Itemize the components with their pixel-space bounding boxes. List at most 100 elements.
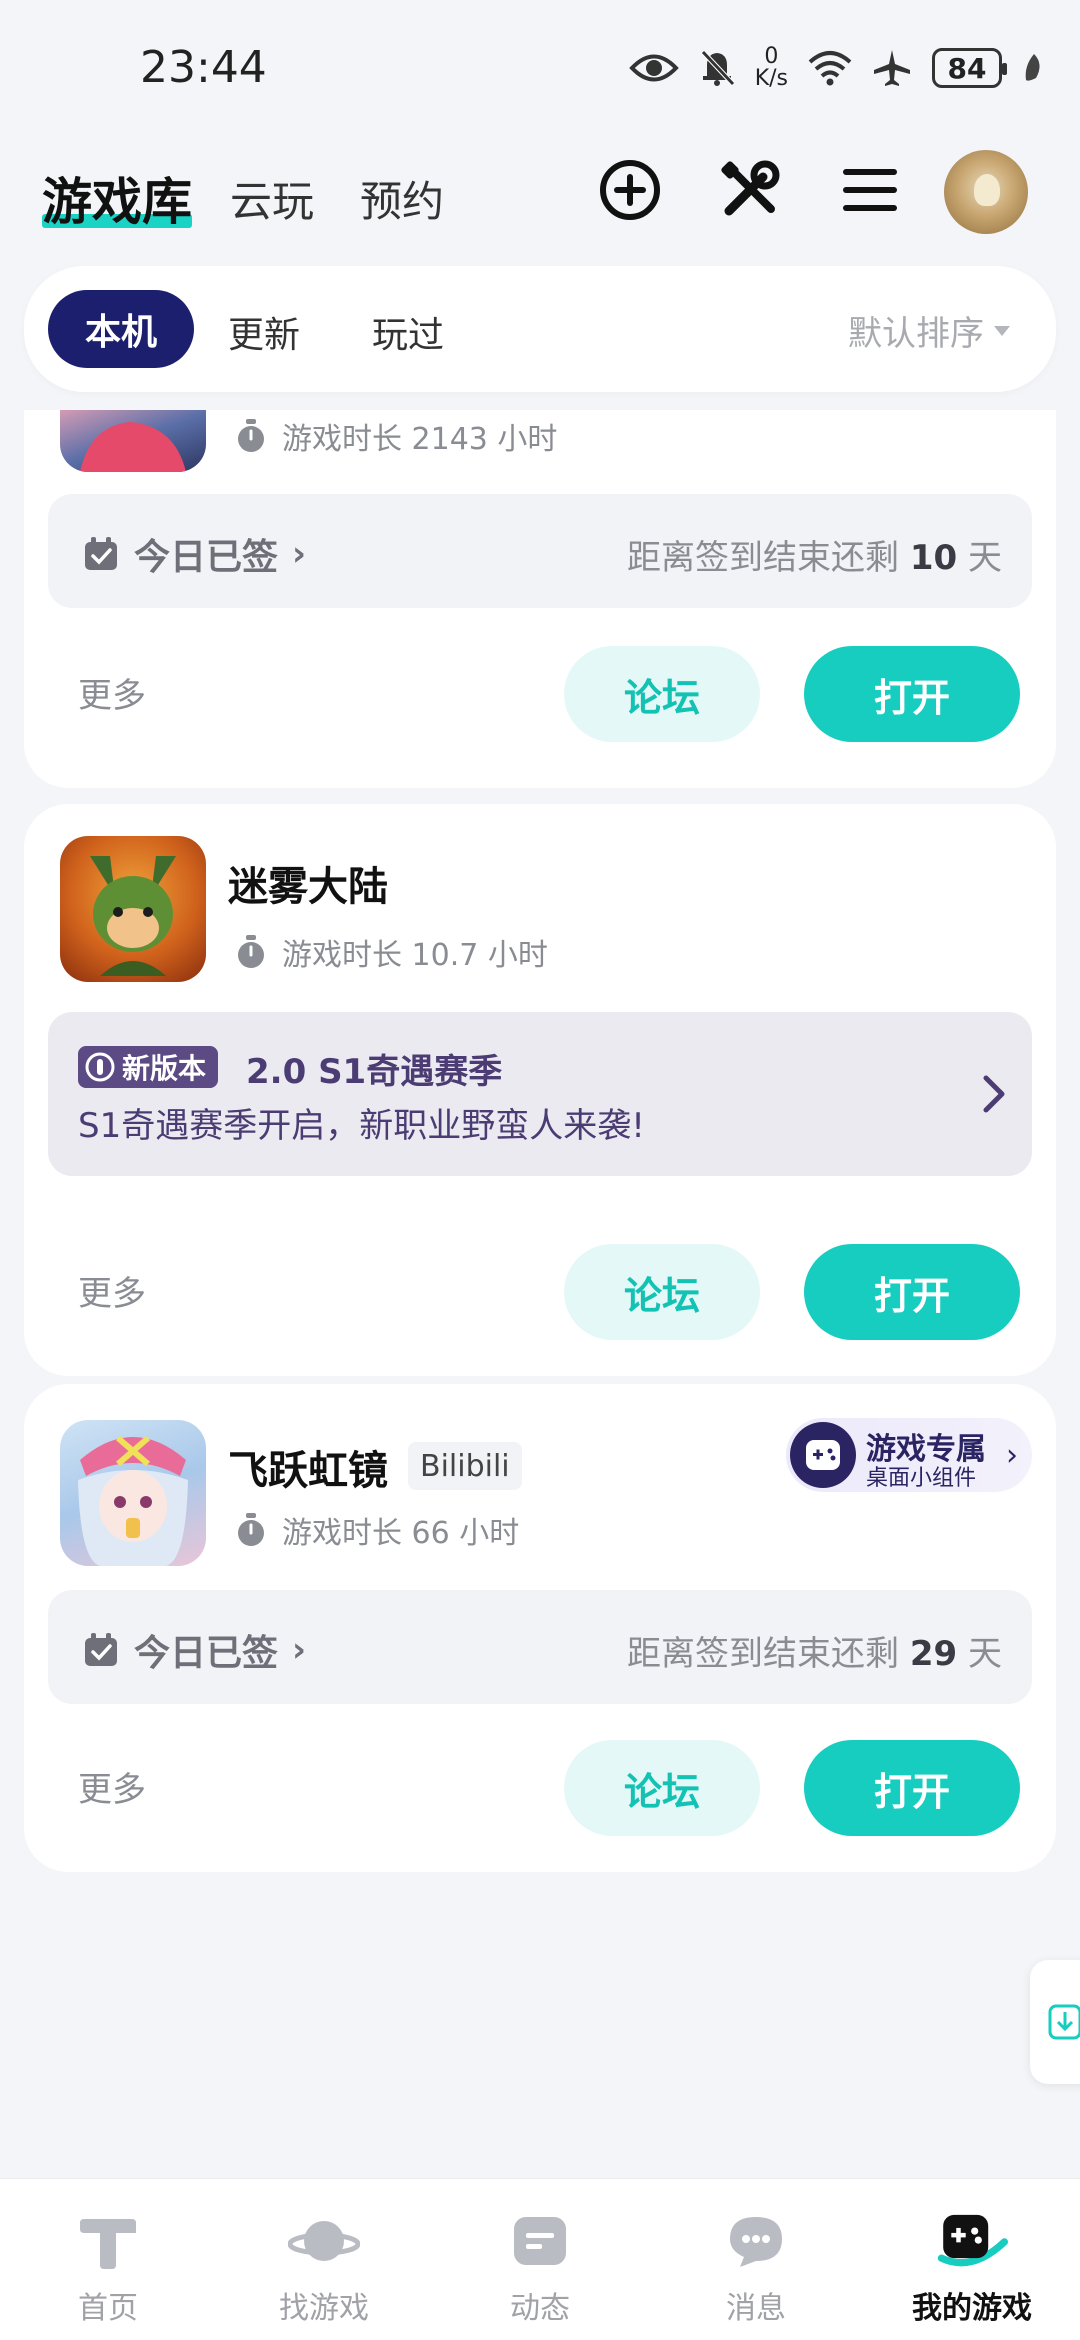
signin-remaining-days: 29 <box>909 1634 958 1674</box>
signin-remaining-prefix: 距离签到结束还剩 <box>627 1634 900 1674</box>
add-circle-icon[interactable] <box>590 150 670 230</box>
tab-game-library[interactable]: 游戏库 <box>42 162 192 234</box>
more-link[interactable]: 更多 <box>78 1762 146 1811</box>
bell-mute-icon <box>699 48 735 88</box>
game-title[interactable]: 飞跃虹镜 <box>228 1438 388 1496</box>
clock: 23:44 <box>140 42 267 93</box>
tools-icon[interactable] <box>710 150 790 230</box>
feed-icon <box>504 2205 576 2277</box>
game-list[interactable]: 游戏时长 2143 小时 今日已签 › 距离签到结束还剩 10 天 更多 论坛 … <box>0 410 1080 2180</box>
signin-remaining-suffix: 天 <box>968 1634 1002 1674</box>
filter-bar: 本机 更新 玩过 默认排序 <box>24 266 1056 392</box>
stopwatch-icon <box>238 419 264 452</box>
playtime-text: 游戏时长 66 小时 <box>282 1516 520 1551</box>
tab-reservation[interactable]: 预约 <box>360 168 444 229</box>
news-panel[interactable]: 新版本 2.0 S1奇遇赛季 S1奇遇赛季开启，新职业野蛮人来袭! <box>48 1012 1032 1176</box>
game-title[interactable]: 迷雾大陆 <box>228 854 388 912</box>
avatar[interactable] <box>944 150 1028 234</box>
eye-icon <box>628 51 679 85</box>
airplane-icon <box>872 48 912 88</box>
game-icon-3[interactable] <box>60 1420 206 1566</box>
playtime-text: 游戏时长 2143 小时 <box>282 422 558 457</box>
nav-item-discover[interactable]: 找游戏 <box>216 2179 432 2340</box>
signin-remaining-prefix: 距离签到结束还剩 <box>627 538 900 578</box>
nav-item-my-games[interactable]: 我的游戏 <box>864 2179 1080 2340</box>
download-float-button[interactable] <box>1030 1960 1080 2084</box>
filter-chip-updates[interactable]: 更新 <box>228 306 300 358</box>
filter-chip-local[interactable]: 本机 <box>48 290 194 368</box>
signin-status-label: 今日已签 <box>134 1633 279 1674</box>
game-icon-1[interactable] <box>60 410 206 472</box>
forum-button[interactable]: 论坛 <box>564 646 760 742</box>
signin-panel[interactable]: 今日已签 › 距离签到结束还剩 10 天 <box>48 494 1032 608</box>
playtime: 游戏时长 2143 小时 <box>234 414 557 458</box>
nav-label: 首页 <box>78 2291 138 2326</box>
game-card: 游戏时长 2143 小时 今日已签 › 距离签到结束还剩 10 天 更多 论坛 … <box>24 410 1056 788</box>
nav-label: 我的游戏 <box>912 2291 1032 2326</box>
open-button[interactable]: 打开 <box>804 1244 1020 1340</box>
new-version-badge: 新版本 <box>78 1046 219 1088</box>
signin-status[interactable]: 今日已签 › <box>82 1624 306 1676</box>
playtime: 游戏时长 66 小时 <box>234 1508 519 1552</box>
sort-dropdown[interactable]: 默认排序 <box>848 306 1010 355</box>
caret-down-icon <box>994 325 1010 336</box>
playtime: 游戏时长 10.7 小时 <box>234 930 548 974</box>
leaf-icon <box>1022 52 1044 84</box>
new-version-label: 新版本 <box>122 1052 207 1085</box>
nav-label: 找游戏 <box>279 2291 369 2326</box>
signin-remaining-suffix: 天 <box>968 538 1002 578</box>
tab-cloud-play[interactable]: 云玩 <box>230 168 314 229</box>
download-icon <box>1048 2004 1080 2040</box>
playtime-text: 游戏时长 10.7 小时 <box>282 938 548 973</box>
battery-indicator: 84 <box>932 48 1007 88</box>
home-t-icon <box>72 2205 144 2277</box>
gamepad-icon <box>936 2205 1008 2277</box>
signin-status-label: 今日已签 <box>134 537 279 578</box>
wifi-icon <box>808 50 852 86</box>
nav-item-feed[interactable]: 动态 <box>432 2179 648 2340</box>
nav-label: 动态 <box>510 2291 570 2326</box>
more-link[interactable]: 更多 <box>78 668 146 717</box>
nav-label: 消息 <box>726 2291 786 2326</box>
widget-subtitle: 桌面小组件 <box>866 1466 977 1491</box>
news-title: 2.0 S1奇遇赛季 <box>246 1052 503 1092</box>
chevron-right-icon: › <box>292 1630 307 1670</box>
chat-bubble-icon <box>720 2205 792 2277</box>
avatar-image <box>974 174 1000 206</box>
forum-button[interactable]: 论坛 <box>564 1740 760 1836</box>
net-speed-value: 0 <box>764 44 779 69</box>
game-icon-2[interactable] <box>60 836 206 982</box>
signin-remaining: 距离签到结束还剩 10 天 <box>627 530 1002 579</box>
bottom-nav: 首页 找游戏 动态 消息 我的游戏 <box>0 2178 1080 2340</box>
signin-remaining-days: 10 <box>909 538 958 578</box>
stopwatch-icon <box>238 1513 264 1546</box>
top-header: 游戏库 云玩 预约 <box>0 150 1080 260</box>
version-icon <box>85 1052 115 1082</box>
calendar-check-icon <box>85 537 117 570</box>
filter-chip-played[interactable]: 玩过 <box>372 306 444 358</box>
nav-item-messages[interactable]: 消息 <box>648 2179 864 2340</box>
gamepad-icon <box>790 1422 856 1488</box>
open-button[interactable]: 打开 <box>804 646 1020 742</box>
channel-tag: Bilibili <box>408 1442 522 1490</box>
calendar-check-icon <box>85 1633 117 1666</box>
net-speed-unit: K/s <box>754 66 788 91</box>
nav-item-home[interactable]: 首页 <box>0 2179 216 2340</box>
sort-label: 默认排序 <box>848 314 984 354</box>
menu-icon[interactable] <box>830 150 910 230</box>
status-icons: 0 K/s 84 <box>628 42 1044 94</box>
net-speed: 0 K/s <box>755 46 788 90</box>
open-button[interactable]: 打开 <box>804 1740 1020 1836</box>
game-card-2: 迷雾大陆 游戏时长 10.7 小时 新版本 2.0 S1奇遇赛季 S1奇遇赛季开… <box>24 804 1056 1376</box>
stopwatch-icon <box>238 935 264 968</box>
status-bar: 23:44 0 K/s 84 <box>0 0 1080 140</box>
signin-status[interactable]: 今日已签 › <box>82 528 306 580</box>
chevron-right-icon: › <box>292 534 307 574</box>
chevron-right-icon: › <box>1006 1438 1018 1473</box>
forum-button[interactable]: 论坛 <box>564 1244 760 1340</box>
desktop-widget-button[interactable]: 游戏专属 桌面小组件 › <box>786 1418 1032 1492</box>
signin-panel[interactable]: 今日已签 › 距离签到结束还剩 29 天 <box>48 1590 1032 1704</box>
planet-icon <box>288 2205 360 2277</box>
chevron-right-icon <box>983 1075 1005 1113</box>
more-link[interactable]: 更多 <box>78 1266 146 1315</box>
